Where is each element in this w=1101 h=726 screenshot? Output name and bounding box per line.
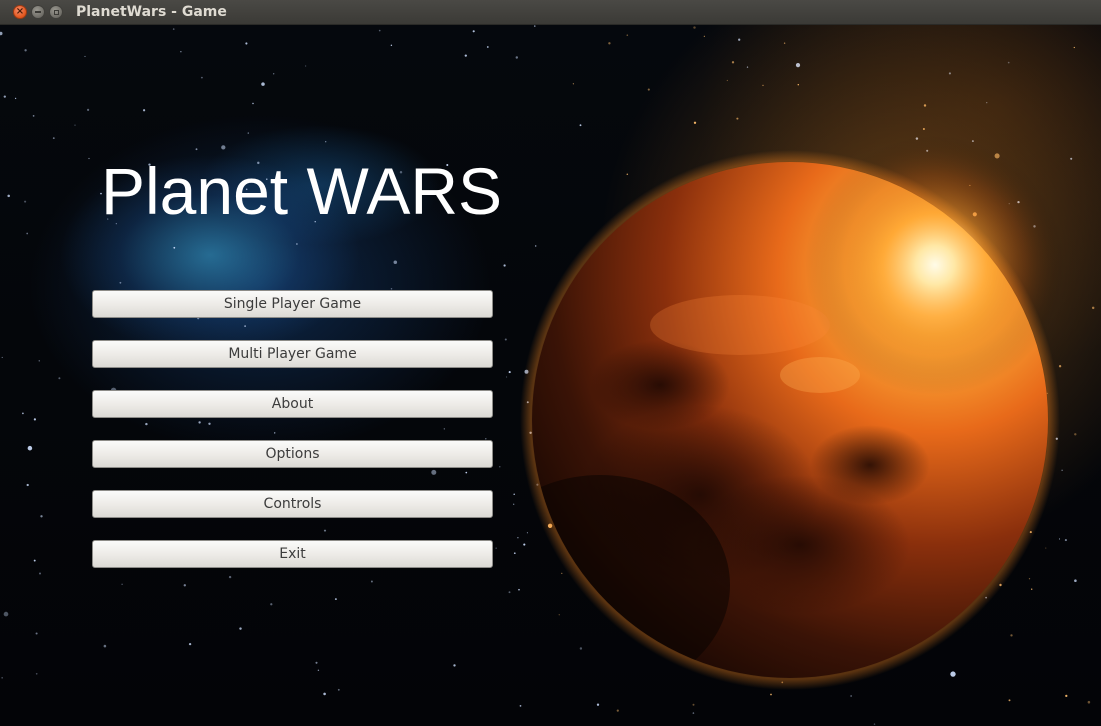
exit-button[interactable]: Exit bbox=[92, 540, 493, 568]
close-icon[interactable]: × bbox=[13, 5, 27, 19]
planet-illustration bbox=[520, 25, 1101, 690]
about-button[interactable]: About bbox=[92, 390, 493, 418]
maximize-icon[interactable] bbox=[49, 5, 63, 19]
game-window: × PlanetWars - Game Planet WARS Single P… bbox=[0, 0, 1101, 726]
window-titlebar[interactable]: × PlanetWars - Game bbox=[0, 0, 1101, 25]
single-player-button[interactable]: Single Player Game bbox=[92, 290, 493, 318]
game-canvas: Planet WARS Single Player Game Multi Pla… bbox=[0, 25, 1101, 726]
options-button[interactable]: Options bbox=[92, 440, 493, 468]
minimize-icon[interactable] bbox=[31, 5, 45, 19]
multi-player-button[interactable]: Multi Player Game bbox=[92, 340, 493, 368]
game-title: Planet WARS bbox=[101, 154, 503, 228]
controls-button[interactable]: Controls bbox=[92, 490, 493, 518]
window-title: PlanetWars - Game bbox=[76, 4, 227, 20]
